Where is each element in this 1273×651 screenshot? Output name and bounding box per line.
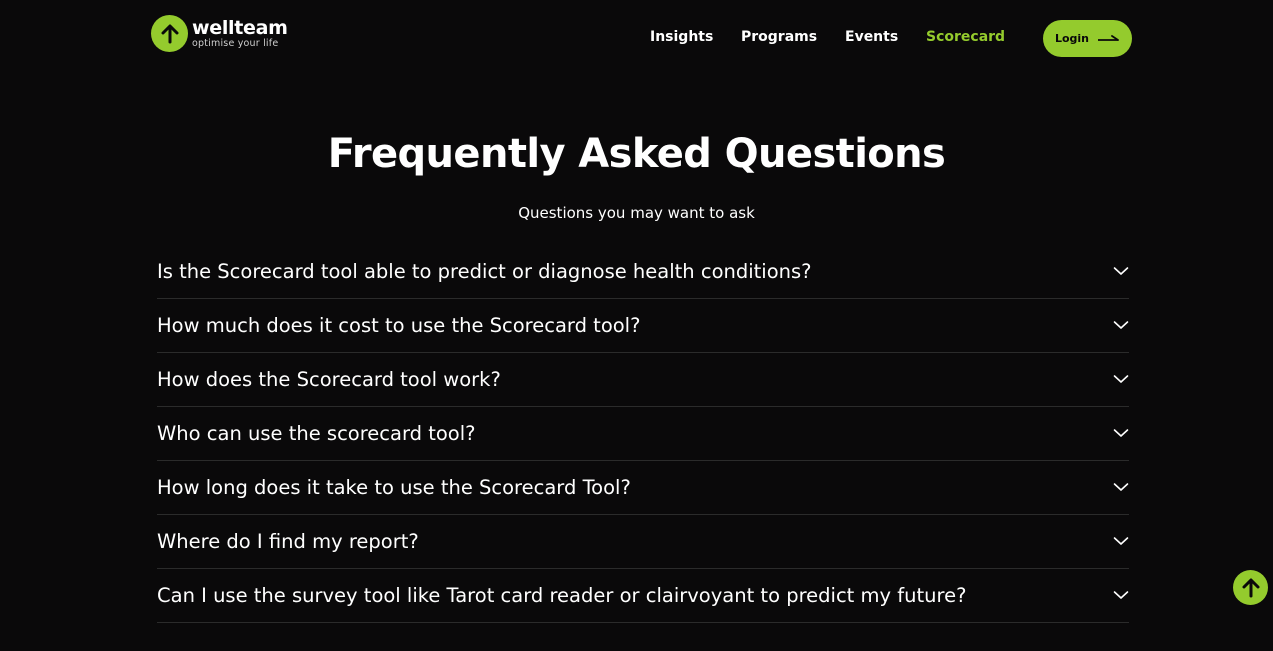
login-button[interactable]: Login (1043, 20, 1132, 57)
faq-item[interactable]: How does the Scorecard tool work? (157, 353, 1129, 407)
faq-item[interactable]: Where do I find my report? (157, 515, 1129, 569)
faq-question: How much does it cost to use the Scoreca… (157, 314, 641, 337)
nav-item-insights[interactable]: Insights (650, 29, 713, 45)
site-header: wellteam optimise your life Insights Pro… (0, 0, 1273, 78)
chevron-down-icon (1113, 429, 1129, 437)
faq-list: Is the Scorecard tool able to predict or… (157, 245, 1129, 623)
faq-question: Where do I find my report? (157, 530, 419, 553)
faq-item[interactable]: How long does it take to use the Scoreca… (157, 461, 1129, 515)
faq-item[interactable]: Is the Scorecard tool able to predict or… (157, 245, 1129, 299)
up-arrow-icon (151, 15, 188, 52)
logo-text: wellteam optimise your life (192, 16, 288, 49)
nav-item-scorecard[interactable]: Scorecard (926, 29, 1005, 45)
page-subtitle: Questions you may want to ask (518, 204, 755, 222)
logo-tagline: optimise your life (192, 37, 279, 49)
nav-item-events[interactable]: Events (845, 29, 898, 45)
arrow-up-icon (1242, 578, 1259, 597)
chevron-down-icon (1113, 375, 1129, 383)
faq-question: Can I use the survey tool like Tarot car… (157, 584, 967, 607)
faq-question: Is the Scorecard tool able to predict or… (157, 260, 812, 283)
login-label: Login (1054, 32, 1090, 45)
logo-name: wellteam (192, 16, 288, 39)
arrow-right-icon (1098, 34, 1119, 41)
faq-item[interactable]: How much does it cost to use the Scoreca… (157, 299, 1129, 353)
faq-question: How long does it take to use the Scoreca… (157, 476, 631, 499)
page-title: Frequently Asked Questions (327, 131, 946, 177)
faq-question: How does the Scorecard tool work? (157, 368, 501, 391)
faq-question: Who can use the scorecard tool? (157, 422, 476, 445)
chevron-down-icon (1113, 591, 1129, 599)
nav-item-programs[interactable]: Programs (741, 29, 817, 45)
logo[interactable]: wellteam optimise your life (151, 15, 288, 52)
chevron-down-icon (1113, 483, 1129, 491)
chevron-down-icon (1113, 267, 1129, 275)
faq-item[interactable]: Can I use the survey tool like Tarot car… (157, 569, 1129, 623)
scroll-to-top-button[interactable] (1233, 570, 1268, 605)
page: wellteam optimise your life Insights Pro… (0, 0, 1273, 651)
faq-item[interactable]: Who can use the scorecard tool? (157, 407, 1129, 461)
chevron-down-icon (1113, 537, 1129, 545)
chevron-down-icon (1113, 321, 1129, 329)
